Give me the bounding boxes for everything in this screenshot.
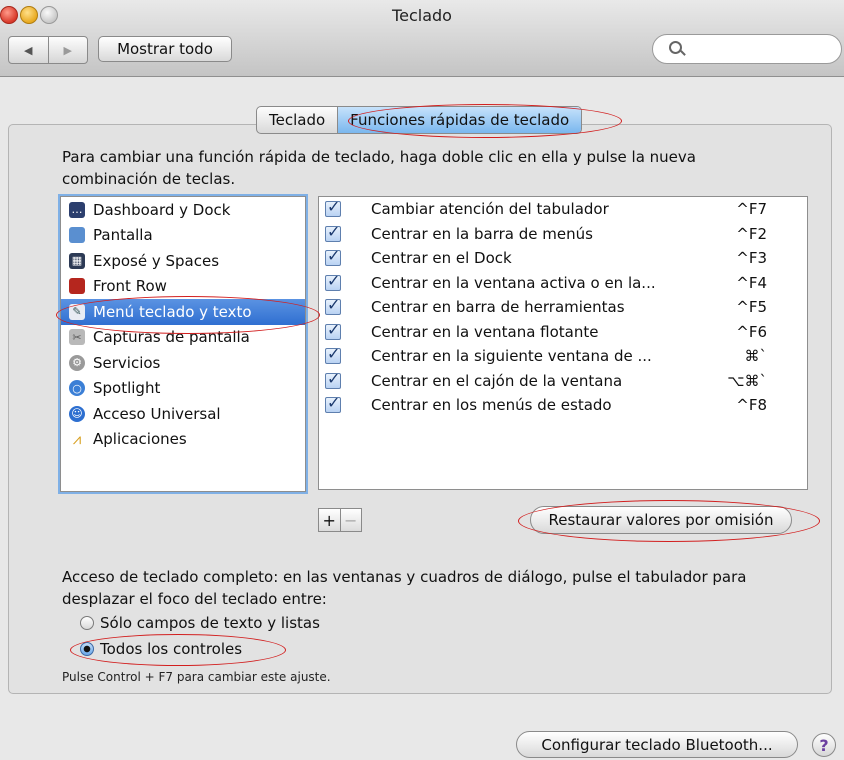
category-screenshots[interactable]: ✂ Capturas de pantalla (61, 325, 305, 351)
category-spotlight[interactable]: ○ Spotlight (61, 376, 305, 402)
shortcut-key: ^F2 (736, 224, 767, 243)
shortcut-checkbox[interactable] (325, 246, 341, 267)
shortcut-row[interactable]: Centrar en la barra de menús^F2 (319, 222, 807, 247)
shortcut-checkbox[interactable] (325, 344, 341, 365)
tab-keyboard-shortcuts[interactable]: Funciones rápidas de teclado (337, 107, 582, 133)
expose-icon: ▦ (69, 252, 85, 269)
add-remove-control: + − (318, 508, 362, 532)
add-shortcut-button[interactable]: + (319, 509, 340, 531)
hint-text: Pulse Control + F7 para cambiar este aju… (62, 670, 331, 684)
shortcut-row[interactable]: Centrar en la siguiente ventana de ...⌘` (319, 344, 807, 369)
category-applications[interactable]: ⩘ Aplicaciones (61, 427, 305, 453)
back-button[interactable]: ◀ (9, 37, 48, 63)
front-row-icon (69, 278, 85, 295)
shortcut-key: ⌘` (744, 347, 768, 366)
shortcut-key: ⌥⌘` (727, 371, 767, 390)
shortcut-key: ^F3 (736, 249, 767, 268)
shortcut-row[interactable]: Centrar en el Dock^F3 (319, 246, 807, 271)
screenshot-icon: ✂ (69, 329, 85, 346)
back-forward-control: ◀ ▶ (8, 36, 88, 64)
show-all-button[interactable]: Mostrar todo (98, 36, 232, 62)
radio-button[interactable] (80, 616, 94, 630)
search-icon (669, 41, 682, 54)
radio-all-controls[interactable]: Todos los controles (80, 640, 242, 658)
instructions-text: Para cambiar una función rápida de tecla… (62, 148, 696, 188)
gear-icon: ⚙ (69, 354, 85, 371)
remove-shortcut-button[interactable]: − (339, 509, 362, 531)
keyboard-menu-icon: ✎ (69, 303, 85, 320)
tab-bar: Teclado Funciones rápidas de teclado (256, 106, 583, 134)
shortcut-checkbox[interactable] (325, 320, 341, 340)
shortcut-checkbox[interactable] (325, 197, 341, 218)
shortcut-key: ^F5 (736, 298, 767, 317)
shortcut-checkbox[interactable] (325, 222, 341, 242)
display-icon (69, 227, 85, 244)
spotlight-icon: ○ (69, 380, 85, 397)
shortcut-row[interactable]: Cambiar atención del tabulador^F7 (319, 197, 807, 222)
search-field[interactable] (652, 34, 842, 64)
forward-button[interactable]: ▶ (47, 37, 88, 63)
shortcut-key: ^F7 (736, 200, 767, 219)
shortcut-row[interactable]: Centrar en el cajón de la ventana⌥⌘` (319, 369, 807, 394)
category-expose-spaces[interactable]: ▦ Exposé y Spaces (61, 248, 305, 274)
category-keyboard-menu-text[interactable]: ✎ Menú teclado y texto (61, 299, 305, 325)
applications-icon: ⩘ (72, 430, 82, 449)
dashboard-icon: … (69, 201, 85, 218)
shortcut-checkbox[interactable] (325, 295, 341, 316)
shortcut-checkbox[interactable] (325, 369, 341, 389)
shortcut-list[interactable]: Cambiar atención del tabulador^F7 Centra… (318, 196, 808, 490)
category-services[interactable]: ⚙ Servicios (61, 350, 305, 376)
shortcut-key: ^F6 (736, 322, 767, 341)
accessibility-icon: ☺ (69, 405, 85, 422)
category-front-row[interactable]: Front Row (61, 274, 305, 300)
shortcut-row[interactable]: Centrar en los menús de estado^F8 (319, 393, 807, 418)
full-keyboard-access-text: Acceso de teclado completo: en las venta… (62, 568, 747, 608)
shortcut-checkbox[interactable] (325, 393, 341, 414)
shortcut-checkbox[interactable] (325, 271, 341, 291)
tab-keyboard[interactable]: Teclado (257, 107, 337, 133)
shortcut-row[interactable]: Centrar en la ventana activa o en la...^… (319, 271, 807, 296)
help-button[interactable]: ? (812, 733, 836, 757)
radio-text-fields-only[interactable]: Sólo campos de texto y listas (80, 614, 320, 632)
window-title: Teclado (392, 6, 452, 25)
shortcut-row[interactable]: Centrar en barra de herramientas^F5 (319, 295, 807, 320)
category-dashboard-dock[interactable]: … Dashboard y Dock (61, 197, 305, 223)
category-universal-access[interactable]: ☺ Acceso Universal (61, 401, 305, 427)
shortcut-key: ^F4 (736, 273, 767, 292)
configure-bluetooth-keyboard-button[interactable]: Configurar teclado Bluetooth... (516, 731, 798, 758)
radio-button[interactable] (80, 642, 94, 656)
category-display[interactable]: Pantalla (61, 223, 305, 249)
shortcut-key: ^F8 (736, 396, 767, 415)
title-bar: Teclado ◀ ▶ Mostrar todo (0, 0, 844, 77)
shortcut-row[interactable]: Centrar en la ventana flotante^F6 (319, 320, 807, 345)
category-list[interactable]: … Dashboard y Dock Pantalla ▦ Exposé y Spa… (60, 196, 306, 492)
restore-defaults-button[interactable]: Restaurar valores por omisión (530, 506, 792, 534)
